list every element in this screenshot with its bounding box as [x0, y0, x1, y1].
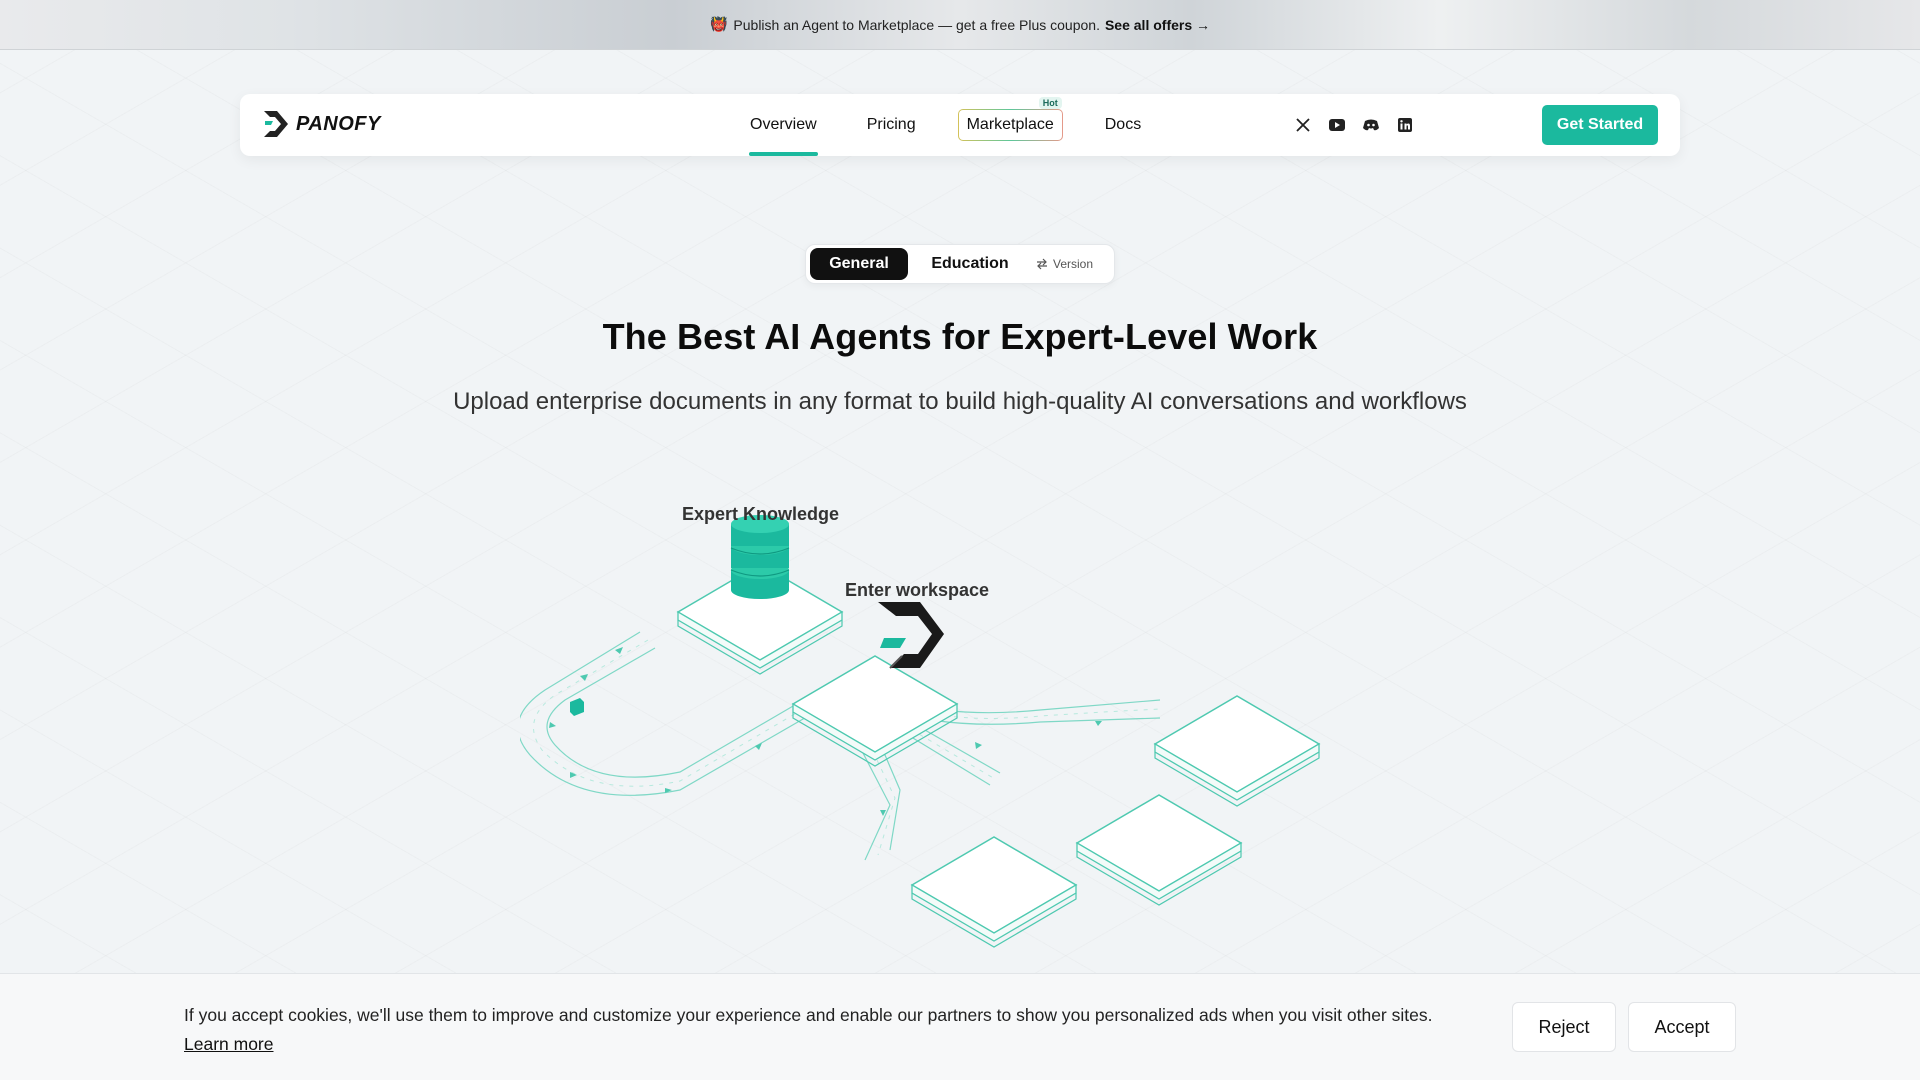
discord-icon[interactable] [1362, 116, 1380, 134]
nav-overview[interactable]: Overview [740, 94, 827, 156]
top-navbar: PANOFY Overview Pricing Marketplace Hot … [240, 94, 1680, 156]
learn-more-link[interactable]: Learn more [184, 1034, 274, 1054]
see-all-offers-link[interactable]: See all offers → [1105, 17, 1210, 33]
expert-knowledge-label: Expert Knowledge [682, 504, 840, 524]
nav-docs-label: Docs [1104, 116, 1142, 133]
panofy-logo-icon [264, 111, 288, 137]
version-switch[interactable]: Version [1036, 248, 1093, 280]
hero-title: The Best AI Agents for Expert-Level Work [602, 316, 1318, 357]
cookie-text: If you accept cookies, we'll use them to… [184, 1005, 1433, 1025]
nav-pricing[interactable]: Pricing [857, 94, 926, 156]
hot-badge: Hot [1038, 97, 1062, 109]
promo-emoji: 👹 [709, 16, 728, 32]
linkedin-icon[interactable] [1396, 116, 1414, 134]
workflow-diagram-icon [517, 515, 1320, 948]
marketplace-pill: Marketplace Hot [958, 97, 1063, 141]
nav-pricing-label: Pricing [866, 116, 916, 133]
cookie-message: If you accept cookies, we'll use them to… [184, 1001, 1474, 1059]
nav-overview-label: Overview [750, 116, 817, 133]
enter-workspace-label: Enter workspace [845, 580, 990, 600]
nav-links: Overview Pricing Marketplace Hot Docs [740, 94, 1151, 156]
education-tab[interactable]: Education [908, 248, 1032, 280]
nav-docs[interactable]: Docs [1095, 94, 1151, 156]
hero-subtitle: Upload enterprise documents in any forma… [453, 388, 1467, 415]
youtube-icon[interactable] [1328, 116, 1346, 134]
version-toggle: General Education Version [805, 244, 1115, 284]
brand-name: PANOFY [296, 112, 381, 135]
workflow-illustration: Expert Knowledge Enter workspace [517, 490, 1340, 960]
nav-marketplace[interactable]: Marketplace Hot [948, 94, 1073, 156]
accept-button[interactable]: Accept [1628, 1002, 1736, 1052]
swap-icon [1037, 258, 1047, 270]
reject-button[interactable]: Reject [1512, 1002, 1616, 1052]
x-icon[interactable] [1294, 116, 1312, 134]
brand-logo[interactable]: PANOFY [262, 109, 381, 139]
get-started-button[interactable]: Get Started [1542, 105, 1658, 145]
version-label: Version [1053, 257, 1094, 271]
nav-marketplace-label: Marketplace [966, 116, 1054, 133]
social-links [1294, 94, 1414, 156]
promo-text: Publish an Agent to Marketplace — get a … [733, 16, 1100, 33]
promo-banner: 👹 Publish an Agent to Marketplace — get … [0, 0, 1920, 50]
general-tab[interactable]: General [810, 248, 908, 280]
